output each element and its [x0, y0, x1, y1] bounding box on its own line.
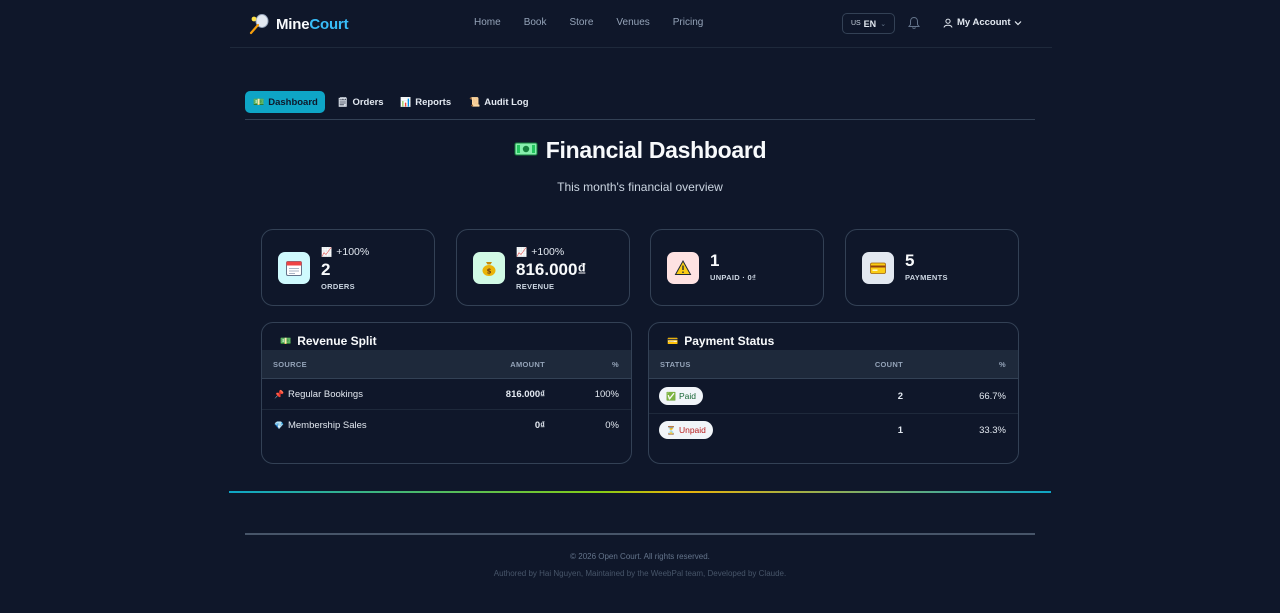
user-icon — [943, 18, 953, 28]
chevron-down-icon — [1015, 20, 1022, 25]
stat-icon-box — [862, 252, 894, 284]
page-title-text: Financial Dashboard — [545, 137, 767, 163]
flag-icon: US — [850, 20, 861, 27]
nav-home[interactable]: Home — [474, 17, 501, 28]
column-header: SOURCE — [273, 360, 307, 369]
table-row: ✅ Paid 2 66.7% — [649, 379, 1018, 414]
source-cell: 📌 Regular Bookings — [274, 389, 363, 400]
tab-label: Reports — [415, 96, 452, 108]
stat-icon-box — [667, 252, 699, 284]
percent-cell: 33.3% — [979, 425, 1006, 436]
nav-store[interactable]: Store — [569, 17, 593, 28]
status-badge: ✅ Paid — [659, 387, 703, 405]
panel-title: 💳 Payment Status — [667, 334, 775, 348]
source-cell: 💎 Membership Sales — [274, 420, 367, 431]
table-row: 📌 Regular Bookings 816.000₫ 100% — [262, 379, 631, 410]
bell-icon[interactable] — [907, 16, 921, 30]
column-header: % — [999, 360, 1006, 369]
stat-value: 816.000₫ — [516, 260, 587, 279]
table-row: 💎 Membership Sales 0₫ 0% — [262, 410, 631, 442]
nav-book[interactable]: Book — [524, 17, 547, 28]
tab-reports[interactable]: 📊 Reports — [400, 91, 451, 113]
count-cell: 1 — [897, 425, 903, 436]
chart-up-icon: 📈 — [516, 247, 528, 257]
pushpin-icon: 📌 — [274, 390, 284, 399]
percent-cell: 100% — [594, 389, 619, 400]
gradient-divider — [229, 491, 1051, 493]
footer-copyright: © 2026 Open Court. All rights reserved. — [570, 552, 710, 561]
chevron-down-icon: ⌄ — [880, 20, 887, 28]
tab-audit-log[interactable]: 📜 Audit Log — [469, 91, 529, 113]
bar-chart-icon: 📊 — [400, 96, 412, 107]
payment-status-panel: 💳 Payment Status STATUS COUNT % ✅ Paid 2 6… — [648, 322, 1019, 464]
hourglass-icon: ⏳ — [666, 425, 676, 435]
page-subtitle: This month's financial overview — [557, 180, 723, 194]
money-icon — [514, 142, 538, 156]
dashboard-tabs: 💵 Dashboard 🗒 Orders 📊 Reports 📜 Audit L… — [245, 91, 1035, 120]
stat-label: PAYMENTS — [905, 273, 948, 282]
stat-card-revenue: $ 📈 +100% 816.000₫ REVENUE — [456, 229, 630, 306]
notepad-icon: 🗒 — [337, 96, 349, 107]
footer-credits: Authored by Hai Nguyen, Maintained by th… — [493, 569, 787, 578]
table-row: ⏳ Unpaid 1 33.3% — [649, 414, 1018, 449]
money-bag-icon: $ — [482, 262, 496, 276]
warning-icon — [674, 259, 692, 275]
stat-value: 5 — [905, 251, 915, 270]
chart-up-icon: 📈 — [321, 247, 333, 257]
racket-icon — [249, 14, 269, 35]
amount-cell: 0₫ — [534, 420, 545, 431]
money-icon: 💵 — [280, 335, 292, 346]
column-header: % — [612, 360, 619, 369]
scroll-icon: 📜 — [469, 96, 481, 107]
svg-text:$: $ — [487, 268, 492, 276]
footer-divider — [245, 533, 1035, 535]
table-header: SOURCE AMOUNT % — [262, 350, 631, 379]
stat-value: 2 — [321, 260, 331, 279]
nav-venues[interactable]: Venues — [616, 17, 649, 28]
stat-trend: 📈 +100% — [516, 246, 565, 258]
language-code: EN — [863, 18, 877, 29]
credit-card-icon: 💳 — [667, 335, 679, 346]
column-header: COUNT — [874, 360, 903, 369]
account-label: My Account — [957, 17, 1011, 28]
status-badge: ⏳ Unpaid — [659, 421, 713, 439]
stat-icon-box: $ — [473, 252, 505, 284]
credit-card-icon — [870, 262, 886, 274]
calendar-icon — [286, 261, 302, 276]
brand-name: MineCourt — [276, 15, 349, 33]
tab-orders[interactable]: 🗒 Orders — [337, 91, 384, 113]
nav-pricing[interactable]: Pricing — [673, 17, 704, 28]
column-header: AMOUNT — [510, 360, 545, 369]
gem-icon: 💎 — [274, 421, 284, 430]
account-menu[interactable]: My Account — [943, 17, 1026, 28]
percent-cell: 0% — [605, 420, 619, 431]
top-header: MineCourt Home Book Store Venues Pricing… — [230, 0, 1052, 48]
brand-logo[interactable]: MineCourt — [248, 13, 349, 35]
check-icon: ✅ — [666, 391, 676, 401]
panel-title: 💵 Revenue Split — [280, 334, 377, 348]
stat-icon-box — [278, 252, 310, 284]
revenue-split-panel: 💵 Revenue Split SOURCE AMOUNT % 📌 Regular … — [261, 322, 632, 464]
stat-card-orders: 📈 +100% 2 ORDERS — [261, 229, 435, 306]
money-icon: 💵 — [253, 96, 265, 107]
page-title: Financial Dashboard — [0, 137, 1280, 164]
table-header: STATUS COUNT % — [649, 350, 1018, 379]
percent-cell: 66.7% — [979, 391, 1006, 402]
tab-dashboard[interactable]: 💵 Dashboard — [245, 91, 325, 113]
stat-trend: 📈 +100% — [321, 246, 370, 258]
language-selector[interactable]: US EN ⌄ — [842, 13, 895, 34]
stat-label: UNPAID · 0₫ — [710, 273, 757, 282]
tab-label: Dashboard — [268, 96, 318, 108]
amount-cell: 816.000₫ — [505, 389, 545, 400]
stat-card-unpaid: 1 UNPAID · 0₫ — [650, 229, 824, 306]
count-cell: 2 — [897, 391, 903, 402]
tab-label: Audit Log — [484, 96, 529, 108]
stat-card-payments: 5 PAYMENTS — [845, 229, 1019, 306]
tab-label: Orders — [352, 96, 384, 108]
stat-value: 1 — [710, 251, 720, 270]
column-header: STATUS — [660, 360, 691, 369]
stat-label: ORDERS — [321, 282, 355, 291]
main-nav: Home Book Store Venues Pricing — [474, 17, 726, 28]
stat-label: REVENUE — [516, 282, 555, 291]
